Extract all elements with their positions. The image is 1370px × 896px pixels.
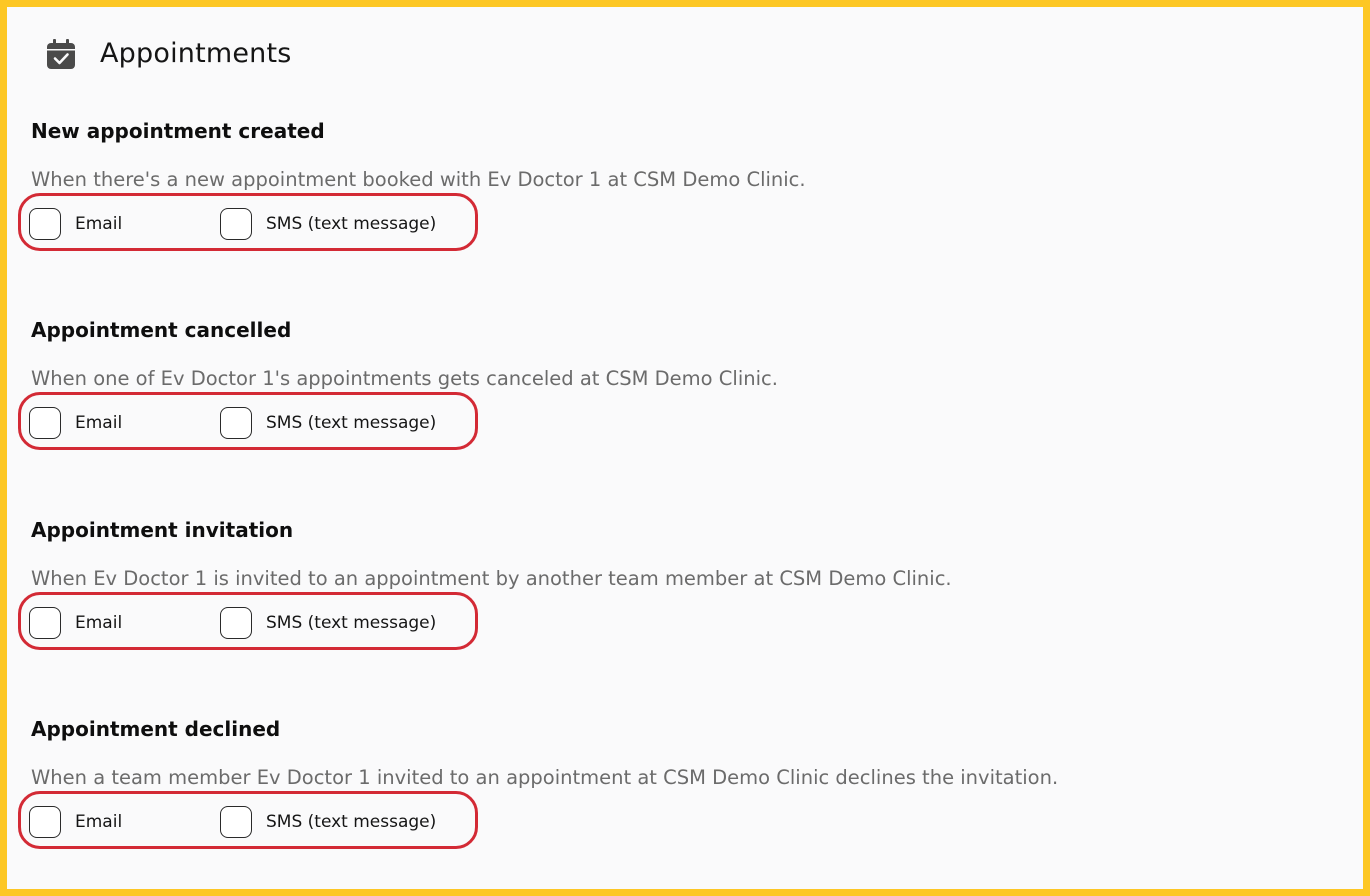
sms-label: SMS (text message) [266, 613, 437, 633]
channel-options-highlight: Email SMS (text message) [18, 791, 478, 849]
section-header: Appointments [44, 37, 292, 71]
email-option[interactable]: Email [29, 407, 122, 439]
sms-option[interactable]: SMS (text message) [220, 607, 436, 639]
sms-option[interactable]: SMS (text message) [220, 806, 436, 838]
email-option[interactable]: Email [29, 806, 122, 838]
sms-option[interactable]: SMS (text message) [220, 407, 436, 439]
email-label: Email [75, 214, 123, 234]
sms-checkbox[interactable] [220, 607, 252, 639]
page-title: Appointments [100, 38, 292, 69]
section-description: When there's a new appointment booked wi… [31, 168, 806, 191]
section-description: When a team member Ev Doctor 1 invited t… [31, 766, 1059, 789]
channel-options-highlight: Email SMS (text message) [18, 193, 478, 251]
notification-settings-panel: Appointments New appointment created Whe… [0, 0, 1370, 896]
email-checkbox[interactable] [29, 806, 61, 838]
sms-checkbox[interactable] [220, 407, 252, 439]
section-title: New appointment created [31, 119, 325, 143]
email-option[interactable]: Email [29, 208, 122, 240]
email-label: Email [75, 413, 123, 433]
section-title: Appointment cancelled [31, 318, 292, 342]
sms-label: SMS (text message) [266, 413, 437, 433]
section-title: Appointment invitation [31, 518, 294, 542]
sms-option[interactable]: SMS (text message) [220, 208, 436, 240]
email-label: Email [75, 613, 123, 633]
email-label: Email [75, 812, 123, 832]
sms-checkbox[interactable] [220, 208, 252, 240]
email-option[interactable]: Email [29, 607, 122, 639]
section-title: Appointment declined [31, 717, 281, 741]
sms-label: SMS (text message) [266, 214, 437, 234]
email-checkbox[interactable] [29, 208, 61, 240]
channel-options-highlight: Email SMS (text message) [18, 392, 478, 450]
channel-options-highlight: Email SMS (text message) [18, 592, 478, 650]
section-description: When one of Ev Doctor 1's appointments g… [31, 367, 778, 390]
section-description: When Ev Doctor 1 is invited to an appoin… [31, 567, 952, 590]
email-checkbox[interactable] [29, 407, 61, 439]
sms-checkbox[interactable] [220, 806, 252, 838]
email-checkbox[interactable] [29, 607, 61, 639]
sms-label: SMS (text message) [266, 812, 437, 832]
calendar-check-icon [47, 39, 75, 69]
